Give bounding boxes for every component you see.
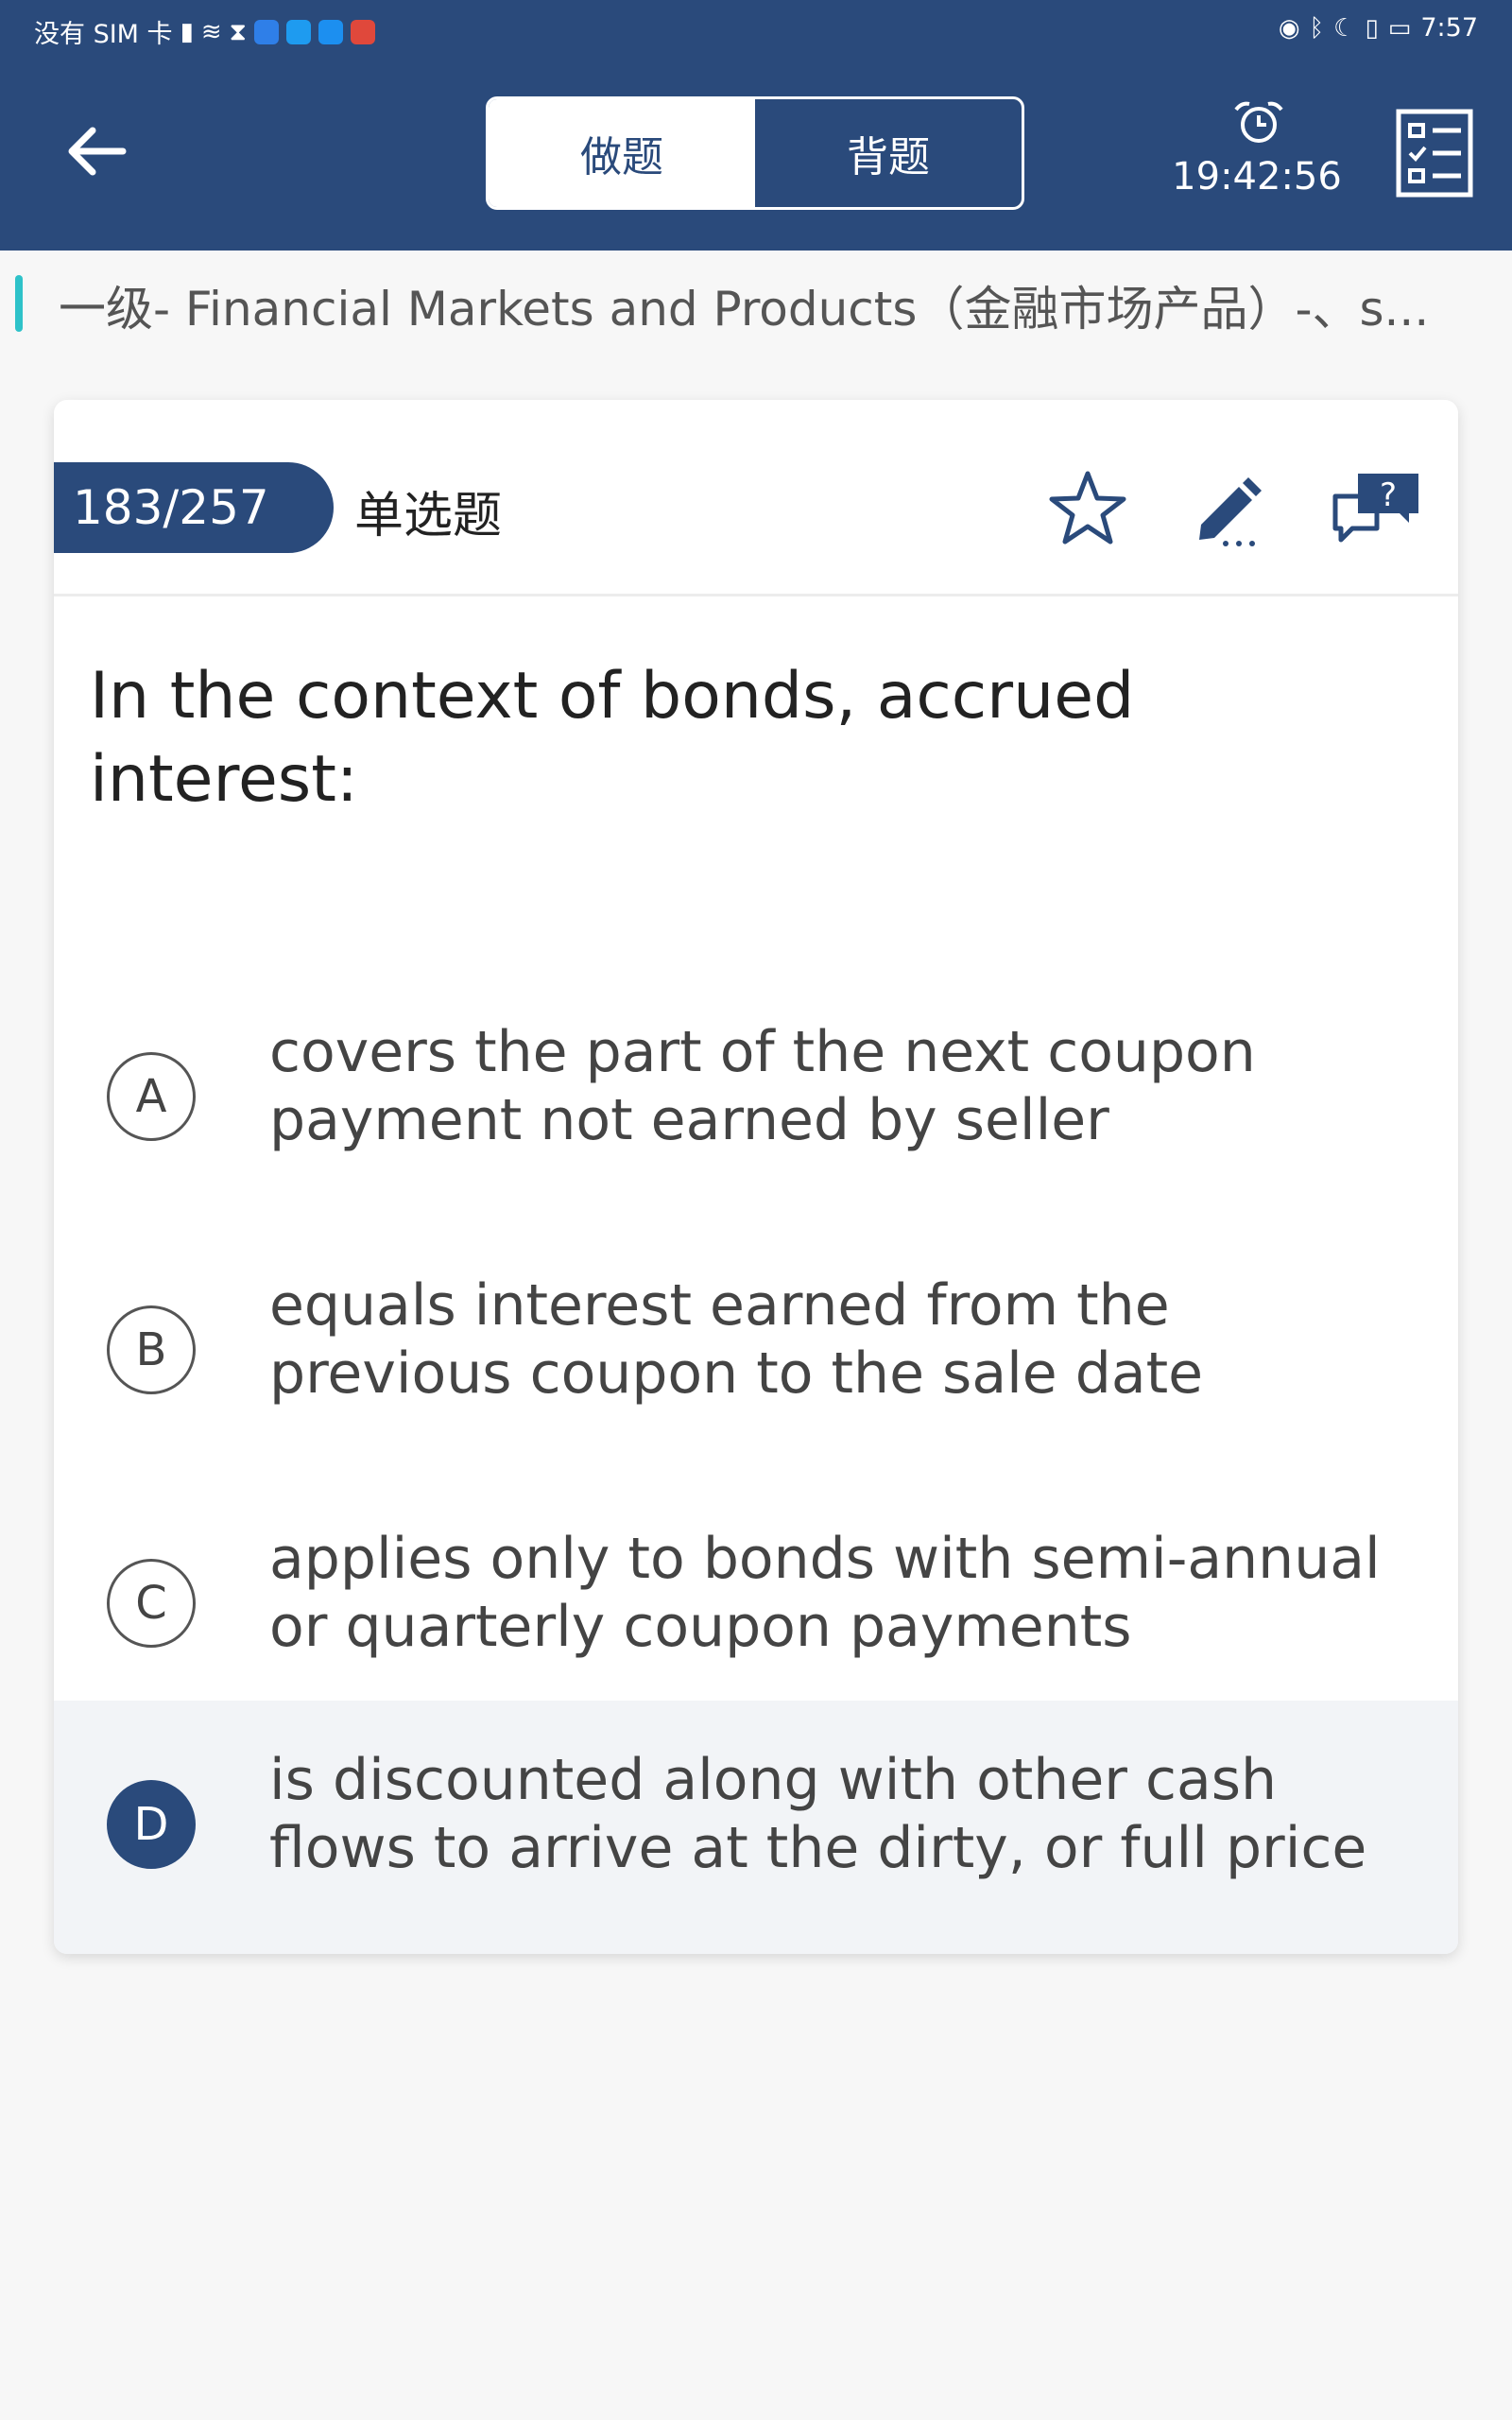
star-icon[interactable] <box>1046 468 1129 551</box>
bulb-app-icon <box>318 19 343 44</box>
breadcrumb-text: 一级- Financial Markets and Products（金融市场产… <box>59 282 1430 337</box>
question-counter: 183/257 <box>54 462 334 553</box>
back-arrow-icon[interactable] <box>59 113 134 189</box>
option-letter: D <box>107 1780 196 1869</box>
question-bubble-icon[interactable]: ? <box>1330 468 1422 551</box>
option-c[interactable]: C applies only to bonds with semi-annual… <box>54 1479 1458 1733</box>
option-letter: A <box>107 1052 196 1141</box>
breadcrumb: 一级- Financial Markets and Products（金融市场产… <box>0 251 1512 354</box>
shield-app-icon <box>253 19 279 44</box>
option-d[interactable]: D is discounted along with other cash fl… <box>54 1701 1458 1954</box>
search-app-icon <box>285 19 311 44</box>
option-letter: B <box>107 1305 196 1394</box>
status-bar: 没有 SIM 卡 ▮ ≋ ⧗ ◉ ᛒ ☾ ▯ ▭ 7:57 <box>0 0 1512 59</box>
question-card: 183/257 单选题 ? In the context of bonds, a… <box>54 400 1458 1954</box>
pencil-icon[interactable] <box>1192 468 1271 551</box>
hourglass-icon: ⧗ <box>229 17 247 46</box>
eye-icon: ◉ <box>1278 13 1300 43</box>
tab-memorize[interactable]: 背题 <box>755 99 1022 207</box>
battery-icon: ▭ <box>1387 13 1412 43</box>
timer-value: 19:42:56 <box>1172 155 1342 199</box>
wifi-icon: ≋ <box>200 17 222 46</box>
answer-sheet-icon[interactable] <box>1395 108 1474 199</box>
option-a[interactable]: A covers the part of the next coupon pay… <box>54 973 1458 1226</box>
timer: 19:42:56 <box>1172 95 1342 208</box>
carrier-text: 没有 SIM 卡 <box>34 20 173 49</box>
moon-icon: ☾ <box>1333 13 1356 43</box>
bluetooth-icon: ᛒ <box>1309 13 1325 43</box>
option-text: is discounted along with other cash flow… <box>269 1747 1367 1881</box>
question-type: 单选题 <box>354 488 503 544</box>
option-b[interactable]: B equals interest earned from the previo… <box>54 1226 1458 1479</box>
alarm-clock-icon <box>1234 101 1283 143</box>
breadcrumb-accent <box>15 275 23 332</box>
lotus-app-icon <box>350 19 375 44</box>
clock-text: 7:57 <box>1420 13 1478 43</box>
app-header: 没有 SIM 卡 ▮ ≋ ⧗ ◉ ᛒ ☾ ▯ ▭ 7:57 做题 背题 19:4… <box>0 0 1512 251</box>
option-text: covers the part of the next coupon payme… <box>269 1019 1256 1153</box>
question-header: 183/257 单选题 ? <box>54 400 1458 596</box>
vibrate-icon: ▯ <box>1365 13 1379 43</box>
tab-practice[interactable]: 做题 <box>489 99 755 207</box>
svg-text:?: ? <box>1380 476 1397 514</box>
mode-toggle: 做题 背题 <box>486 96 1024 210</box>
option-text: applies only to bonds with semi-annual o… <box>269 1526 1381 1660</box>
option-letter: C <box>107 1559 196 1648</box>
sim-alert-icon: ▮ <box>180 17 194 46</box>
question-text: In the context of bonds, accrued interes… <box>90 659 1135 818</box>
option-text: equals interest earned from the previous… <box>269 1272 1204 1407</box>
